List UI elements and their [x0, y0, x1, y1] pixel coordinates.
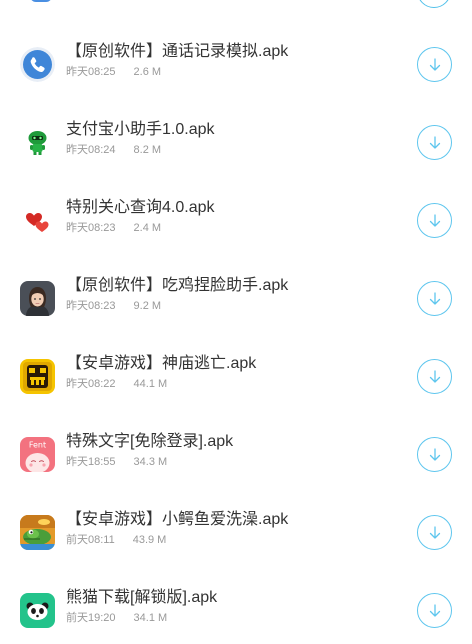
- file-meta: 昨天08:23 2.4 M: [66, 221, 161, 235]
- file-size: 2.6 M: [133, 66, 162, 78]
- file-size: 2.4 M: [133, 222, 162, 234]
- file-title: 【原创软件】通话记录模拟.apk: [66, 43, 289, 60]
- file-time: 昨天18:55: [66, 456, 116, 468]
- list-item[interactable]: 【安卓游戏】小鳄鱼爱洗澡.apk 前天08:11 43.9 M: [0, 506, 472, 566]
- file-size: 43.9 M: [132, 534, 167, 546]
- face-avatar-app-icon: [20, 281, 55, 316]
- file-size: 34.1 M: [133, 612, 168, 624]
- download-arrow-icon: [429, 291, 440, 305]
- download-button[interactable]: [417, 359, 452, 394]
- file-title: 支付宝小助手1.0.apk: [66, 121, 215, 138]
- download-button[interactable]: [417, 47, 452, 82]
- download-button[interactable]: [417, 125, 452, 160]
- font-app-icon: Fent: [20, 437, 55, 472]
- file-size: 44.1 M: [133, 378, 168, 390]
- file-title: 【原创软件】吃鸡捏脸助手.apk: [66, 277, 289, 294]
- list-item[interactable]: 熊猫下载[解锁版].apk 前天19:20 34.1 M: [0, 584, 472, 644]
- file-title: 【安卓游戏】神庙逃亡.apk: [66, 355, 257, 372]
- download-arrow-icon: [429, 525, 440, 539]
- file-meta: 前天08:11 43.9 M: [66, 533, 166, 547]
- crocodile-game-app-icon: [20, 515, 55, 550]
- file-title: 特殊文字[免除登录].apk: [66, 433, 234, 450]
- download-arrow-icon: [429, 447, 440, 461]
- file-time: 前天19:20: [66, 612, 116, 624]
- file-meta: 昨天08:24 8.2 M: [66, 143, 161, 157]
- download-button[interactable]: [417, 281, 452, 316]
- file-time: 昨天08:23: [66, 222, 116, 234]
- file-meta: 昨天08:25 2.6 M: [66, 65, 161, 79]
- file-meta: 昨天18:55 34.3 M: [66, 455, 167, 469]
- list-item[interactable]: 支付宝小助手1.0.apk 昨天08:24 8.2 M: [0, 116, 472, 176]
- panda-app-icon: [20, 593, 55, 628]
- download-arrow-icon: [429, 135, 440, 149]
- download-button[interactable]: [417, 203, 452, 238]
- file-meta: 昨天08:23 9.2 M: [66, 299, 161, 313]
- list-item[interactable]: 【原创软件】吃鸡捏脸助手.apk 昨天08:23 9.2 M: [0, 272, 472, 332]
- download-arrow-icon: [429, 603, 440, 617]
- file-meta: 前天19:20 34.1 M: [66, 611, 167, 625]
- file-title: 特别关心查询4.0.apk: [66, 199, 215, 216]
- download-arrow-icon: [429, 213, 440, 227]
- file-time: 昨天08:22: [66, 378, 116, 390]
- file-time: 昨天08:24: [66, 144, 116, 156]
- file-list: 【原创软件】通话记录模拟.apk 昨天08:252.6 M 支付宝小助手1.0: [0, 0, 472, 635]
- list-item[interactable]: 特别关心查询4.0.apk 昨天08:23 2.4 M: [0, 194, 472, 254]
- list-item[interactable]: 【原创软件】通话记录模拟.apk 昨天08:25 2.6 M: [0, 38, 472, 98]
- list-item[interactable]: 【安卓游戏】神庙逃亡.apk 昨天08:22 44.1 M: [0, 350, 472, 410]
- file-size: 8.2 M: [133, 144, 162, 156]
- download-arrow-icon: [429, 369, 440, 383]
- file-time: 前天08:11: [66, 534, 115, 546]
- file-size: 9.2 M: [133, 300, 162, 312]
- red-hearts-app-icon: [20, 203, 55, 238]
- download-button[interactable]: [417, 515, 452, 550]
- file-meta: 昨天08:22 44.1 M: [66, 377, 167, 391]
- svg-text:Fent: Fent: [29, 441, 46, 450]
- list-item[interactable]: Fent 特殊文字[免除登录].apk 昨天18:55 34.3 M: [0, 428, 472, 488]
- file-time: 昨天08:23: [66, 300, 116, 312]
- temple-run-app-icon: [20, 359, 55, 394]
- green-robot-app-icon: [20, 125, 55, 160]
- partial-download-button[interactable]: [417, 0, 451, 8]
- download-arrow-icon: [429, 57, 440, 71]
- file-title: 熊猫下载[解锁版].apk: [66, 589, 218, 606]
- phone-app-icon: [20, 47, 55, 82]
- partial-app-icon: [30, 0, 52, 2]
- file-size: 34.3 M: [133, 456, 168, 468]
- download-button[interactable]: [417, 593, 452, 628]
- file-time: 昨天08:25: [66, 66, 116, 78]
- download-button[interactable]: [417, 437, 452, 472]
- file-title: 【安卓游戏】小鳄鱼爱洗澡.apk: [66, 511, 289, 528]
